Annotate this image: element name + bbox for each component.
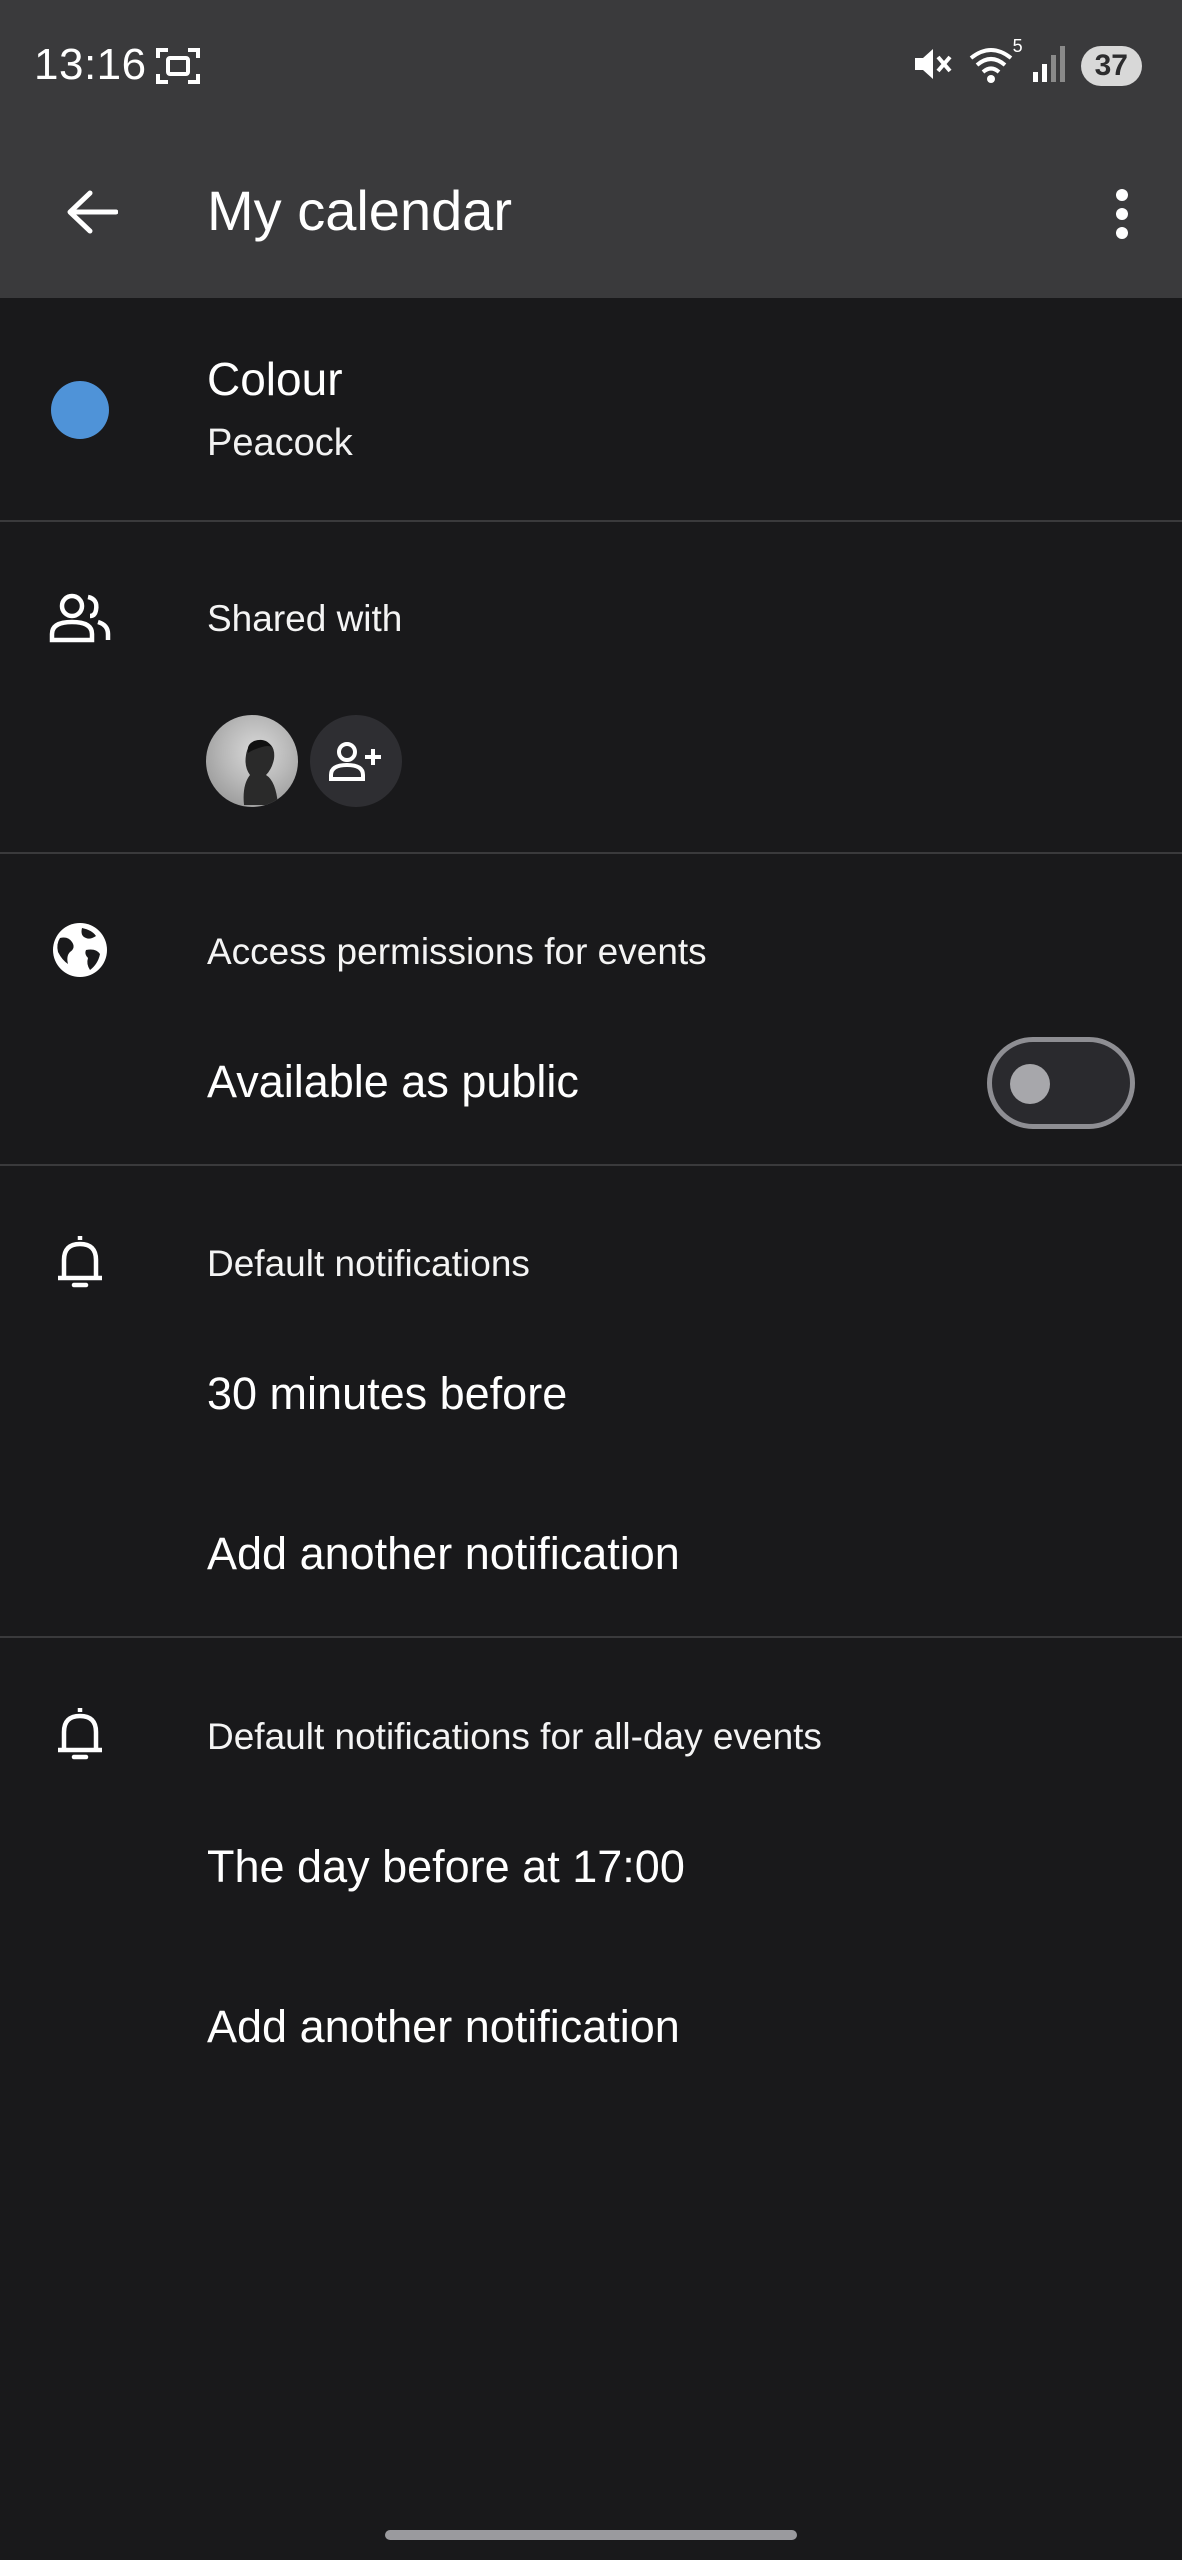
public-toggle[interactable]: [987, 1037, 1135, 1129]
colour-value: Peacock: [207, 422, 353, 464]
bell-icon: [48, 1230, 112, 1294]
home-indicator[interactable]: [385, 2530, 797, 2540]
divider: [0, 520, 1182, 522]
status-icons: 5 37: [911, 36, 1142, 89]
app-bar: My calendar: [0, 132, 1182, 298]
add-person-button[interactable]: [310, 715, 402, 807]
available-as-public-label: Available as public: [207, 1056, 579, 1107]
colour-swatch: [51, 381, 109, 439]
divider: [0, 1636, 1182, 1638]
allday-notifications-header: Default notifications for all-day events: [207, 1716, 822, 1757]
signal-icon: [1031, 44, 1067, 89]
status-time: 13:16: [34, 40, 147, 89]
mute-icon: [911, 44, 953, 89]
add-notification-button[interactable]: Add another notification: [207, 1528, 680, 1580]
access-permissions-header: Access permissions for events: [207, 931, 707, 972]
screenshot-icon: [156, 46, 200, 91]
back-button[interactable]: [54, 174, 130, 250]
bell-icon: [48, 1702, 112, 1766]
divider: [0, 1164, 1182, 1166]
wifi-badge: 5: [1012, 35, 1023, 56]
allday-notification-item[interactable]: The day before at 17:00: [207, 1841, 685, 1893]
arrow-back-icon: [67, 190, 118, 234]
notification-item[interactable]: 30 minutes before: [207, 1368, 567, 1420]
toggle-knob: [1010, 1064, 1050, 1104]
add-allday-notification-button[interactable]: Add another notification: [207, 2001, 680, 2053]
divider: [0, 852, 1182, 854]
more-options-button[interactable]: [1082, 174, 1162, 254]
person-add-icon: [329, 742, 381, 781]
avatar[interactable]: [206, 715, 298, 807]
battery-indicator: 37: [1080, 46, 1142, 86]
page-title: My calendar: [207, 179, 513, 242]
globe-icon: [48, 918, 112, 982]
more-vert-icon: [1116, 189, 1128, 239]
default-notifications-header: Default notifications: [207, 1243, 530, 1284]
people-icon: [48, 586, 112, 650]
status-bar: 13:16 5 37: [0, 0, 1182, 132]
wifi-icon: 5: [967, 36, 1023, 89]
colour-label: Colour: [207, 353, 343, 405]
shared-with-header: Shared with: [207, 598, 403, 639]
